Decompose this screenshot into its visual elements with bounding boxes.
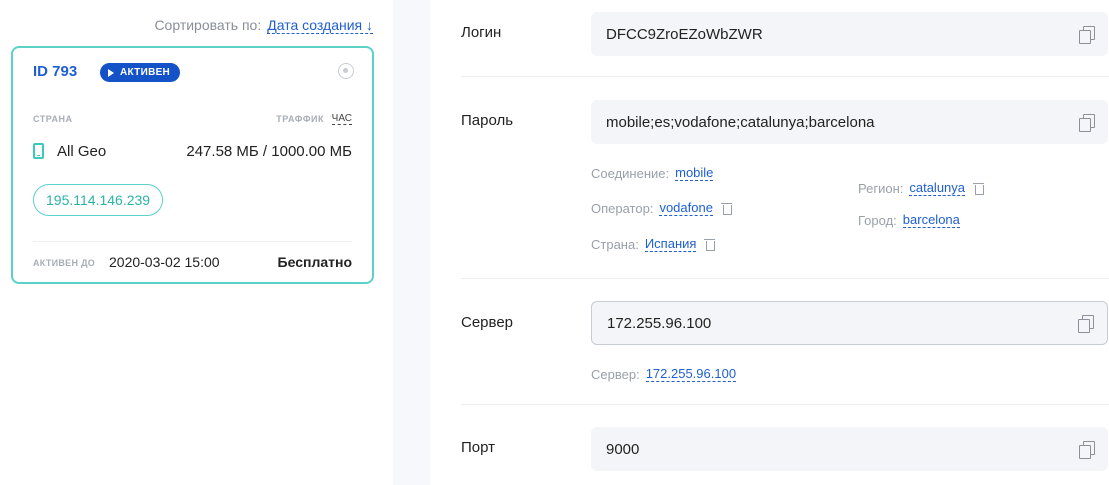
trash-icon[interactable] [720,202,732,215]
row-divider [461,278,1109,279]
proxy-id: ID 793 [33,63,78,80]
proxy-list-pane: Сортировать по: Дата создания ↓ ID 793 А… [0,0,393,485]
row-divider [461,404,1109,405]
traffic-period-toggle[interactable]: ЧАС [331,113,352,125]
price-label: Бесплатно [277,254,352,270]
password-value: mobile;es;vodafone;catalunya;barcelona [606,113,875,131]
port-field[interactable]: 9000 [591,427,1108,471]
row-divider [461,76,1109,77]
sort-label: Сортировать по: [154,17,262,33]
status-badge: АКТИВЕН [100,63,181,82]
operator-meta: Оператор: vodafone [591,200,732,216]
mobile-phone-icon [33,143,44,159]
geo-name: All Geo [57,143,107,160]
proxy-details-pane: Логин DFCC9ZroEZoWbZWR Пароль mobile;es;… [430,0,1109,485]
region-label: Регион: [858,180,904,196]
copy-icon[interactable] [1078,315,1094,333]
country-link[interactable]: Испания [644,236,697,252]
server-field[interactable]: 172.255.96.100 [591,301,1108,345]
card-divider [33,241,352,242]
city-label: Город: [858,212,897,228]
country-label: СТРАНА [33,114,73,124]
server-hint-link[interactable]: 172.255.96.100 [645,366,737,382]
pane-divider [393,0,430,485]
password-label: Пароль [461,112,514,129]
login-label: Логин [461,24,502,41]
password-field[interactable]: mobile;es;vodafone;catalunya;barcelona [591,100,1108,144]
radio-select-icon[interactable] [338,63,354,79]
login-value: DFCC9ZroEZoWbZWR [606,25,763,43]
operator-link[interactable]: vodafone [659,200,713,216]
active-until-value: 2020-03-02 15:00 [109,254,220,270]
connection-label: Соединение: [591,165,670,181]
country-meta-label: Страна: [591,236,639,252]
region-link[interactable]: catalunya [909,180,966,196]
server-value: 172.255.96.100 [607,314,712,332]
region-meta: Регион: catalunya [858,180,985,196]
city-meta: Город: barcelona [858,212,960,228]
sort-dropdown[interactable]: Дата создания ↓ [267,17,373,34]
server-hint-label: Сервер: [591,366,640,382]
copy-icon[interactable] [1079,114,1095,132]
connection-meta: Соединение: mobile [591,165,714,181]
port-value: 9000 [606,440,640,458]
city-link[interactable]: barcelona [902,212,960,228]
proxy-card[interactable]: ID 793 АКТИВЕН СТРАНА ТРАФФИК ЧАС All Ge… [11,46,374,284]
port-label: Порт [461,439,496,456]
copy-icon[interactable] [1079,26,1095,44]
connection-link[interactable]: mobile [675,165,714,181]
ip-chip[interactable]: 195.114.146.239 [33,184,164,216]
play-icon [108,68,114,77]
traffic-label: ТРАФФИК [276,114,324,124]
operator-label: Оператор: [591,200,654,216]
sort-bar: Сортировать по: Дата создания ↓ [154,17,373,34]
server-meta: Сервер: 172.255.96.100 [591,366,737,382]
traffic-value: 247.58 МБ / 1000.00 МБ [186,143,352,160]
trash-icon[interactable] [704,238,716,251]
login-field[interactable]: DFCC9ZroEZoWbZWR [591,12,1108,56]
copy-icon[interactable] [1079,441,1095,459]
active-until-label: АКТИВЕН ДО [33,258,96,268]
country-meta: Страна: Испания [591,236,716,252]
status-text: АКТИВЕН [120,67,171,78]
trash-icon[interactable] [973,182,985,195]
server-label: Сервер [461,314,514,331]
